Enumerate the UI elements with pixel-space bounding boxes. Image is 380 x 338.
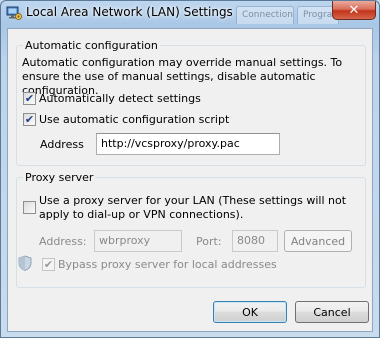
proxy-address-input[interactable]: wbrproxy: [94, 230, 182, 252]
network-settings-icon: [6, 6, 22, 20]
script-address-input[interactable]: http://vcsproxy/proxy.pac: [96, 133, 280, 155]
checkmark-icon: ✔: [24, 92, 35, 105]
checkmark-icon: ✔: [24, 113, 35, 126]
use-script-label[interactable]: Use automatic configuration script: [39, 113, 229, 126]
checkmark-icon: ✔: [43, 258, 54, 271]
dialog-body: Automatic configuration Automatic config…: [7, 28, 373, 332]
bypass-local-checkbox[interactable]: ✔: [42, 258, 55, 271]
ok-button-label: OK: [242, 305, 258, 319]
bypass-local-label[interactable]: Bypass proxy server for local addresses: [58, 258, 277, 271]
cancel-button[interactable]: Cancel: [295, 301, 369, 323]
auto-detect-checkbox[interactable]: ✔: [23, 92, 36, 105]
close-icon: ✕: [348, 2, 360, 18]
use-script-checkbox[interactable]: ✔: [23, 113, 36, 126]
background-tab-connections: Connections: [236, 6, 294, 24]
automatic-configuration-legend: Automatic configuration: [23, 39, 160, 52]
window-title: Local Area Network (LAN) Settings: [26, 5, 233, 19]
uac-shield-icon: [18, 255, 32, 271]
proxy-server-legend: Proxy server: [23, 171, 96, 184]
title-bar[interactable]: Connections Programs Local Area Network …: [1, 1, 379, 27]
proxy-address-label: Address:: [39, 235, 87, 248]
script-address-label: Address: [40, 138, 84, 151]
cancel-button-label: Cancel: [313, 305, 351, 319]
proxy-port-input[interactable]: 8080: [232, 230, 278, 252]
auto-detect-label[interactable]: Automatically detect settings: [39, 92, 201, 105]
advanced-button-label: Advanced: [290, 234, 346, 248]
close-button[interactable]: ✕: [332, 1, 376, 20]
use-proxy-checkbox[interactable]: [23, 201, 36, 214]
advanced-button[interactable]: Advanced: [284, 230, 352, 252]
use-proxy-label[interactable]: Use a proxy server for your LAN (These s…: [39, 194, 363, 222]
proxy-port-label: Port:: [196, 235, 222, 248]
ok-button[interactable]: OK: [213, 301, 287, 323]
lan-settings-window: Connections Programs Local Area Network …: [0, 0, 380, 338]
